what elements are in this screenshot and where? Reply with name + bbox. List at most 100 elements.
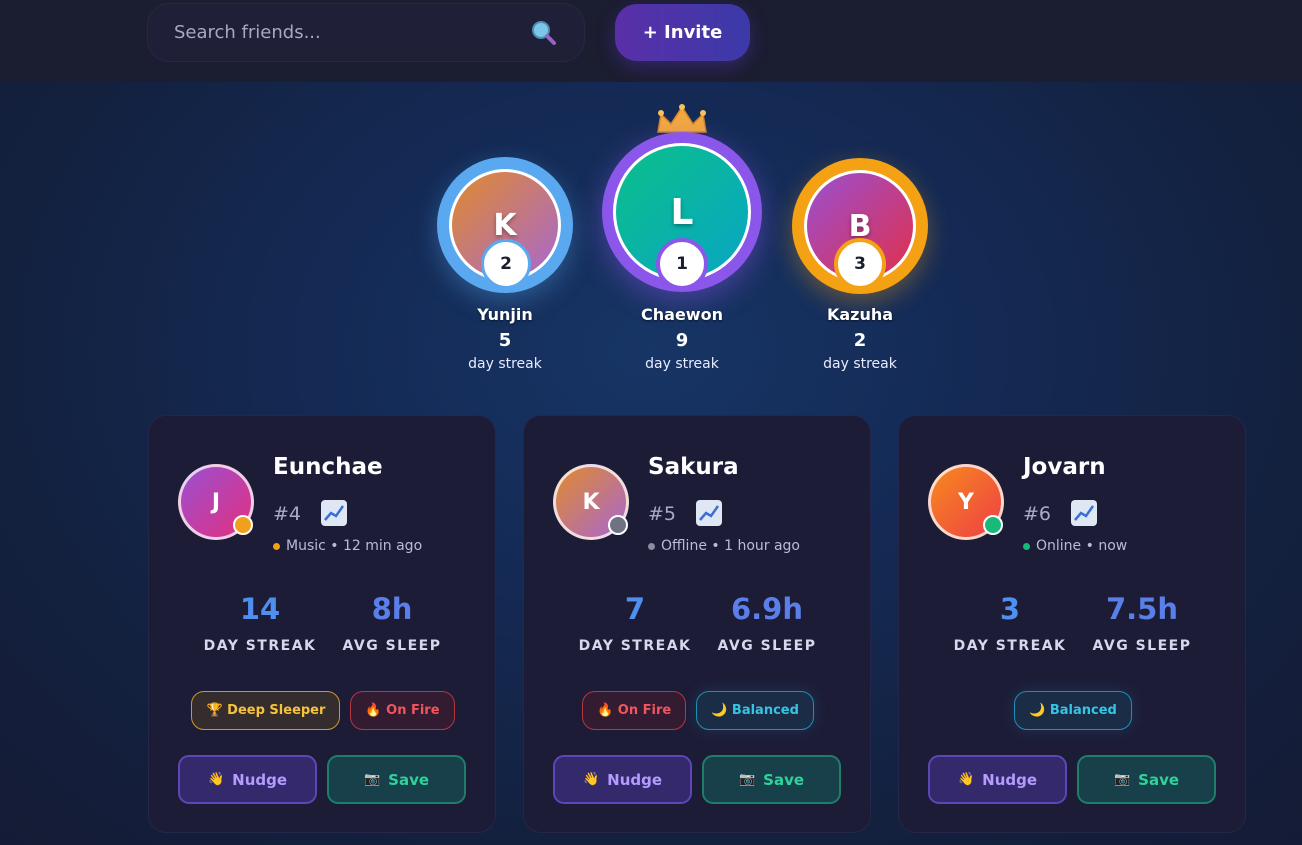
stat-streak: 3 DAY STREAK (945, 592, 1075, 654)
save-button[interactable]: 📷 Save (702, 755, 841, 804)
friend-status: Offline • 1 hour ago (648, 538, 800, 554)
badge-list: 🌙 Balanced (899, 691, 1247, 730)
sleep-value: 6.9h (730, 592, 804, 626)
chart-trend-icon (321, 500, 347, 526)
rank-number: 1 (676, 254, 688, 274)
chart-trend-icon (1071, 500, 1097, 526)
friend-name: Jovarn (1023, 454, 1106, 480)
friend-card: K Sakura #5 Offline • 1 hour ago 7 DAY S… (523, 415, 871, 833)
save-button[interactable]: 📷 Save (1077, 755, 1216, 804)
stat-sleep: 6.9h AVG SLEEP (702, 592, 832, 654)
save-label: Save (388, 770, 430, 789)
podium-name: Chaewon (641, 305, 723, 324)
nudge-button[interactable]: 👋 Nudge (553, 755, 692, 804)
status-dot (648, 542, 655, 550)
invite-button[interactable]: + Invite (615, 4, 750, 61)
podium-name: Yunjin (477, 305, 533, 324)
sleep-label: AVG SLEEP (1092, 638, 1192, 654)
stat-sleep: 8h AVG SLEEP (327, 592, 457, 654)
wave-icon: 👋 (957, 772, 975, 787)
fire-icon: 🔥 (597, 703, 614, 718)
badge-label: On Fire (617, 703, 672, 718)
avatar-initial: L (670, 191, 694, 233)
badge-on-fire: 🔥 On Fire (582, 691, 687, 730)
streak-label: DAY STREAK (203, 638, 317, 654)
podium-avatar-ring: L 1 (602, 132, 762, 292)
streak-label: DAY STREAK (578, 638, 692, 654)
status-dot (1023, 542, 1030, 550)
friend-card: J Eunchae #4 Music • 12 min ago 14 DAY S… (148, 415, 496, 833)
podium-streak-unit: day streak (468, 356, 542, 372)
friend-status: Music • 12 min ago (273, 538, 422, 554)
podium-streak-unit: day streak (823, 356, 897, 372)
badge-deep-sleeper: 🏆 Deep Sleeper (191, 691, 341, 730)
camera-icon: 📷 (1113, 772, 1131, 787)
rank-badge: 3 (834, 238, 886, 290)
podium-streak-count: 9 (675, 330, 689, 351)
wave-icon: 👋 (582, 772, 600, 787)
avatar: Y (928, 464, 1004, 540)
friend-rank: #6 (1023, 503, 1052, 525)
podium-avatar-ring: B 3 (792, 158, 928, 294)
fire-icon: 🔥 (365, 703, 382, 718)
save-label: Save (763, 770, 805, 789)
stat-sleep: 7.5h AVG SLEEP (1077, 592, 1207, 654)
friend-name: Eunchae (273, 454, 383, 480)
top-bar: + Invite (0, 0, 1302, 82)
save-button[interactable]: 📷 Save (327, 755, 466, 804)
nudge-label: Nudge (232, 770, 288, 789)
badge-label: Balanced (1049, 703, 1117, 718)
card-actions: 👋 Nudge 📷 Save (928, 755, 1216, 804)
card-actions: 👋 Nudge 📷 Save (553, 755, 841, 804)
stat-streak: 7 DAY STREAK (570, 592, 700, 654)
rank-number: 2 (500, 254, 512, 274)
podium-name: Kazuha (826, 305, 894, 324)
search-box[interactable] (147, 3, 585, 62)
status-text: Music • 12 min ago (286, 538, 423, 554)
online-status-icon (983, 515, 1003, 535)
search-input[interactable] (174, 22, 530, 43)
moon-icon: 🌙 (1029, 703, 1046, 718)
streak-label: DAY STREAK (953, 638, 1067, 654)
sleep-value: 7.5h (1105, 592, 1179, 626)
offline-status-icon (608, 515, 628, 535)
status-text: Online • now (1036, 538, 1128, 554)
podium-streak-count: 2 (853, 330, 867, 351)
avatar-initial: J (211, 489, 221, 515)
camera-icon: 📷 (363, 772, 381, 787)
streak-value: 3 (999, 592, 1021, 626)
friend-card: Y Jovarn #6 Online • now 3 DAY STREAK 7.… (898, 415, 1246, 833)
badge-on-fire: 🔥 On Fire (350, 691, 455, 730)
friend-rank: #5 (648, 503, 677, 525)
rank-number: 3 (854, 254, 866, 274)
moon-icon: 🌙 (711, 703, 728, 718)
sleep-label: AVG SLEEP (342, 638, 442, 654)
chart-trend-icon (696, 500, 722, 526)
nudge-button[interactable]: 👋 Nudge (178, 755, 317, 804)
avatar: J (178, 464, 254, 540)
camera-icon: 📷 (738, 772, 756, 787)
badge-list: 🏆 Deep Sleeper 🔥 On Fire (149, 691, 497, 730)
avatar-initial: K (493, 207, 517, 243)
avatar-initial: Y (958, 489, 974, 515)
sleep-value: 8h (371, 592, 413, 626)
avatar-initial: K (582, 489, 600, 515)
trophy-icon: 🏆 (206, 703, 223, 718)
nudge-button[interactable]: 👋 Nudge (928, 755, 1067, 804)
badge-balanced: 🌙 Balanced (1014, 691, 1132, 730)
podium-avatar-ring: K 2 (437, 157, 573, 293)
rank-badge: 1 (656, 238, 708, 290)
music-status-icon (233, 515, 253, 535)
search-icon[interactable] (530, 19, 558, 47)
badge-label: On Fire (386, 703, 440, 718)
streak-value: 7 (624, 592, 646, 626)
card-actions: 👋 Nudge 📷 Save (178, 755, 466, 804)
status-dot (273, 542, 280, 550)
badge-list: 🔥 On Fire 🌙 Balanced (524, 691, 872, 730)
wave-icon: 👋 (207, 772, 225, 787)
nudge-label: Nudge (607, 770, 663, 789)
podium-streak-unit: day streak (645, 356, 719, 372)
stat-streak: 14 DAY STREAK (195, 592, 325, 654)
rank-badge: 2 (481, 239, 531, 289)
save-label: Save (1138, 770, 1180, 789)
